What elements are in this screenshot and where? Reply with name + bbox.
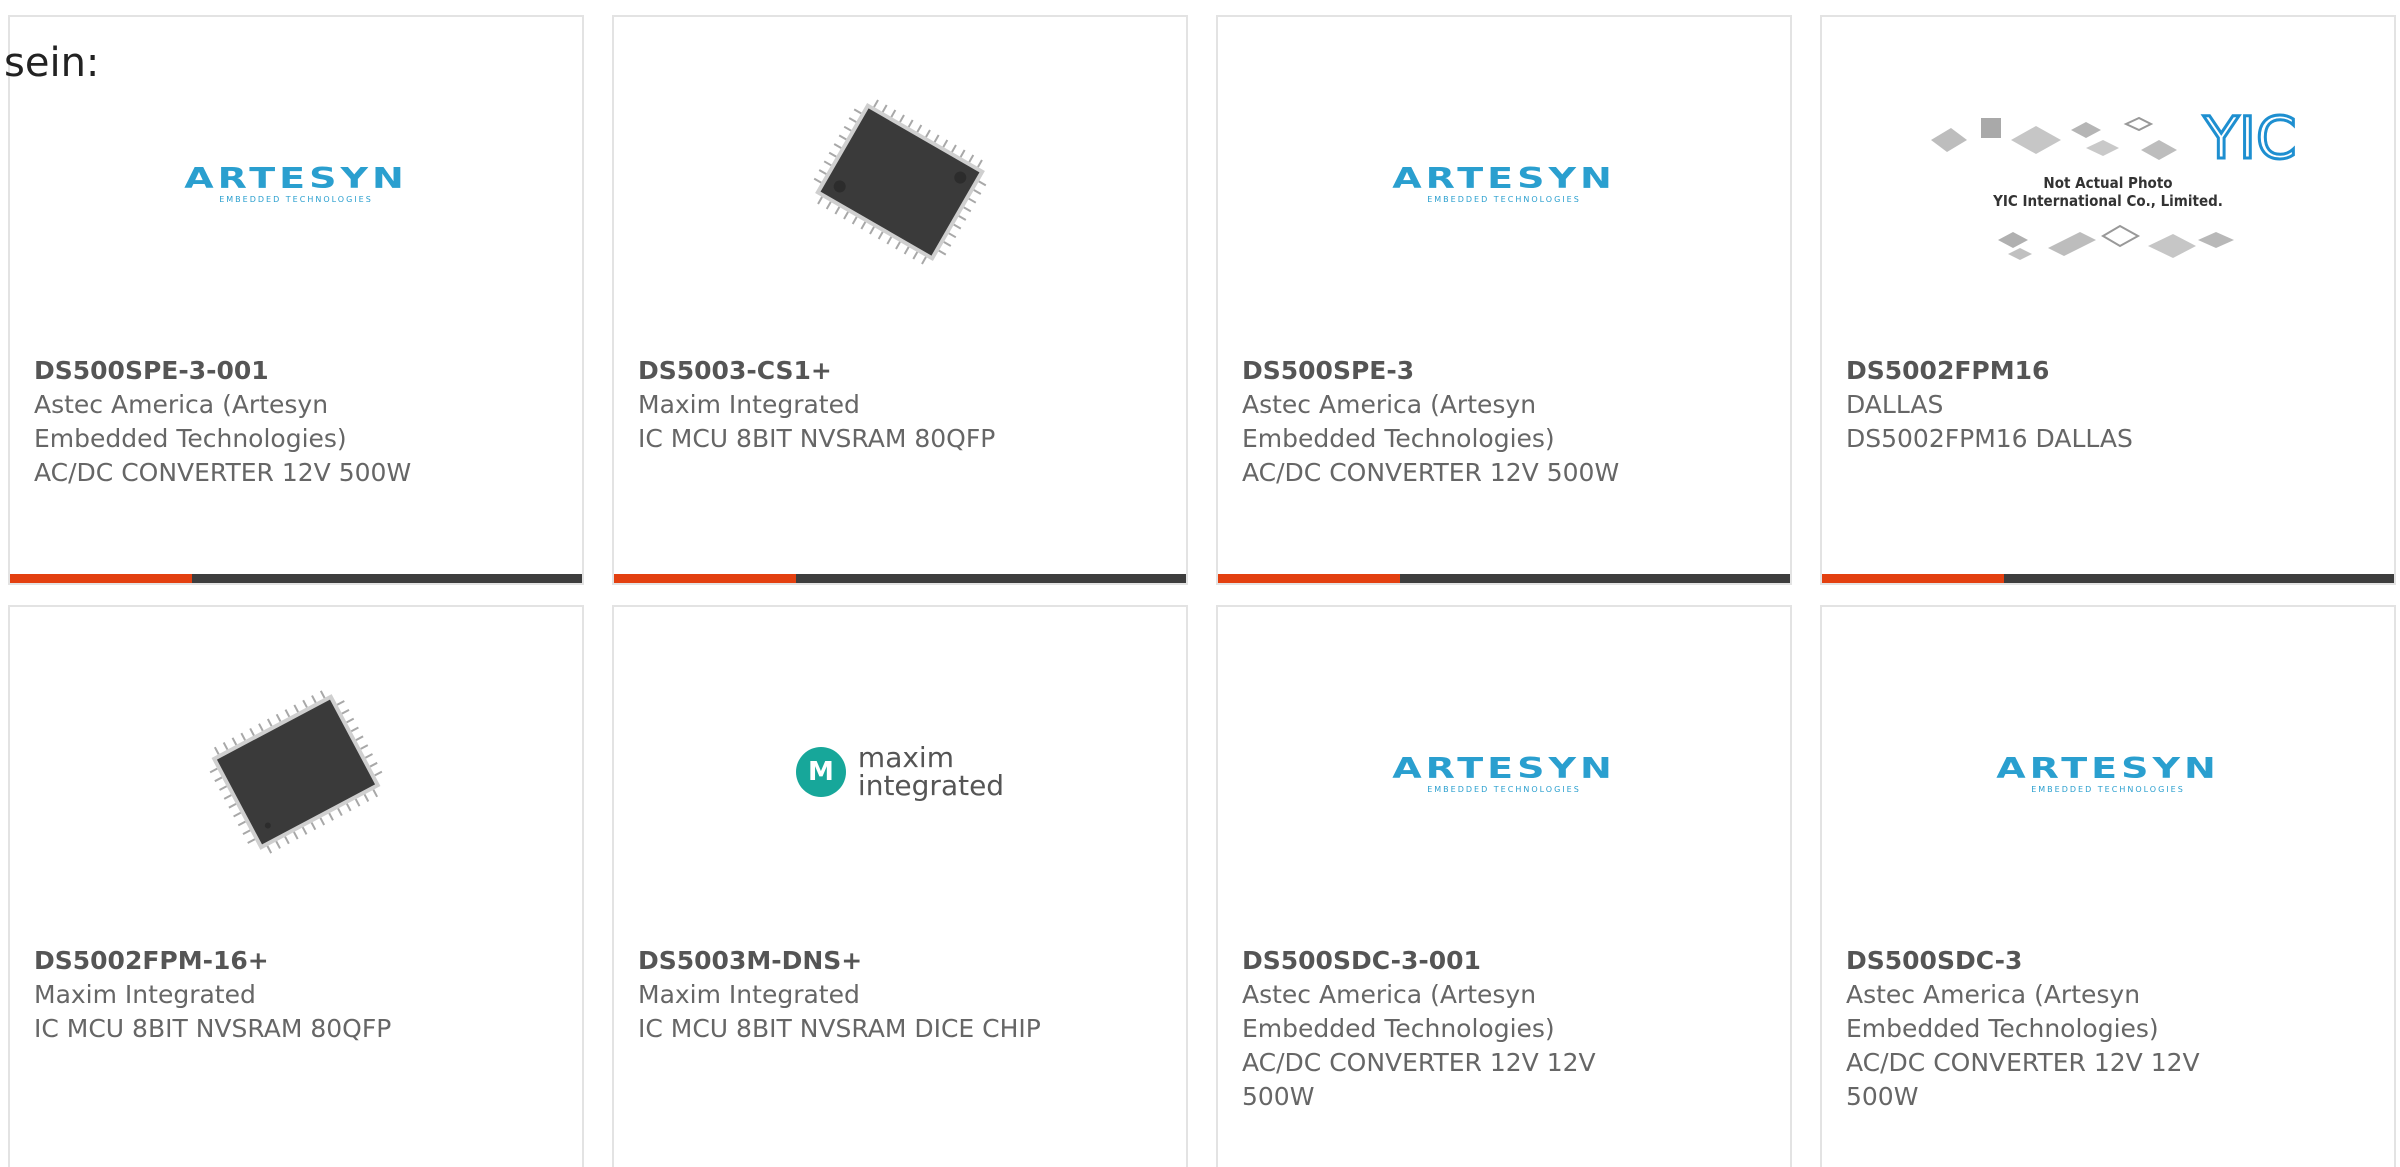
manufacturer: Maxim Integrated <box>638 980 860 1009</box>
product-info: DS500SDC-3 Astec America (Artesyn Embedd… <box>1846 944 2374 1114</box>
product-card[interactable]: ARTESYN EMBEDDED TECHNOLOGIES DS500SPE-3… <box>1216 15 1792 585</box>
description-cont: 500W <box>1846 1082 1919 1111</box>
card-bottom-bar <box>1822 574 2394 583</box>
manufacturer: Maxim Integrated <box>638 390 860 419</box>
qfp-chip-photo <box>813 99 987 265</box>
part-number-link[interactable]: DS500SDC-3-001 <box>1242 944 1770 978</box>
component-shapes-top <box>1930 116 2177 160</box>
description: DS5002FPM16 DALLAS <box>1846 424 2133 453</box>
description: IC MCU 8BIT NVSRAM 80QFP <box>34 1014 392 1043</box>
product-card[interactable]: ARTESYN EMBEDDED TECHNOLOGIES DS500SDC-3… <box>1216 605 1792 1167</box>
product-info: DS5003-CS1+ Maxim Integrated IC MCU 8BIT… <box>638 354 1166 456</box>
manufacturer-cont: Embedded Technologies) <box>1242 424 1555 453</box>
product-image[interactable]: ARTESYN EMBEDDED TECHNOLOGIES <box>1218 662 1790 882</box>
product-card[interactable]: ARTESYN EMBEDDED TECHNOLOGIES DS500SPE-3… <box>8 15 584 585</box>
product-info: DS500SPE-3-001 Astec America (Artesyn Em… <box>34 354 562 490</box>
product-card[interactable]: DS5003-CS1+ Maxim Integrated IC MCU 8BIT… <box>612 15 1188 585</box>
product-image[interactable]: ARTESYN EMBEDDED TECHNOLOGIES <box>1822 662 2394 882</box>
description: IC MCU 8BIT NVSRAM DICE CHIP <box>638 1014 1041 1043</box>
component-shapes-bottom <box>1997 224 2234 260</box>
maxim-logo: M maxim integrated <box>795 744 1004 800</box>
card-bottom-bar <box>614 574 1186 583</box>
part-number-link[interactable]: DS500SPE-3-001 <box>34 354 562 388</box>
card-accent <box>614 574 796 583</box>
manufacturer: Astec America (Artesyn <box>1242 980 1537 1009</box>
card-accent <box>10 574 192 583</box>
manufacturer: DALLAS <box>1846 390 1944 419</box>
manufacturer: Astec America (Artesyn <box>34 390 329 419</box>
manufacturer-cont: Embedded Technologies) <box>34 424 347 453</box>
part-number-link[interactable]: DS5003-CS1+ <box>638 354 1166 388</box>
product-info: DS500SDC-3-001 Astec America (Artesyn Em… <box>1242 944 1770 1114</box>
yic-caption-2: YIC International Co., Limited. <box>1993 192 2223 210</box>
part-number-link[interactable]: DS500SDC-3 <box>1846 944 2374 978</box>
product-info: DS5002FPM16 DALLAS DS5002FPM16 DALLAS <box>1846 354 2374 456</box>
manufacturer-cont: Embedded Technologies) <box>1242 1014 1555 1043</box>
card-accent <box>1822 574 2004 583</box>
card-accent <box>1218 574 1400 583</box>
artesyn-logo: ARTESYN EMBEDDED TECHNOLOGIES <box>1996 751 2220 794</box>
product-grid-page: sein: ARTESYN EMBEDDED TECHNOLOGIES DS50… <box>0 0 2400 1167</box>
description: AC/DC CONVERTER 12V 500W <box>34 458 412 487</box>
part-number-link[interactable]: DS500SPE-3 <box>1242 354 1770 388</box>
product-card[interactable]: M maxim integrated DS5003M-DNS+ Maxim In… <box>612 605 1188 1167</box>
manufacturer: Maxim Integrated <box>34 980 256 1009</box>
artesyn-logo: ARTESYN EMBEDDED TECHNOLOGIES <box>1392 751 1616 794</box>
yic-icon: YIC <box>2201 103 2298 174</box>
product-info: DS5002FPM-16+ Maxim Integrated IC MCU 8B… <box>34 944 562 1046</box>
yic-caption-1: Not Actual Photo <box>2043 174 2173 192</box>
description: IC MCU 8BIT NVSRAM 80QFP <box>638 424 996 453</box>
intro-text: sein: <box>4 40 100 86</box>
manufacturer: Astec America (Artesyn <box>1846 980 2141 1009</box>
artesyn-logo: ARTESYN EMBEDDED TECHNOLOGIES <box>1392 161 1616 204</box>
product-image[interactable]: ARTESYN EMBEDDED TECHNOLOGIES <box>10 72 582 292</box>
card-bottom-bar <box>1218 574 1790 583</box>
artesyn-logo: ARTESYN EMBEDDED TECHNOLOGIES <box>184 161 408 204</box>
product-image[interactable]: M maxim integrated <box>614 662 1186 882</box>
description: AC/DC CONVERTER 12V 12V <box>1846 1048 2200 1077</box>
description: AC/DC CONVERTER 12V 500W <box>1242 458 1620 487</box>
description: AC/DC CONVERTER 12V 12V <box>1242 1048 1596 1077</box>
svg-text:YIC: YIC <box>2203 104 2297 170</box>
description-cont: 500W <box>1242 1082 1315 1111</box>
part-number-link[interactable]: DS5002FPM-16+ <box>34 944 562 978</box>
product-card[interactable]: YIC Not Actual Photo YIC International C… <box>1820 15 2396 585</box>
product-image[interactable]: YIC Not Actual Photo YIC International C… <box>1822 57 2394 317</box>
product-card[interactable]: ARTESYN EMBEDDED TECHNOLOGIES DS500SDC-3… <box>1820 605 2396 1167</box>
yic-placeholder: YIC Not Actual Photo YIC International C… <box>1911 100 2306 274</box>
maxim-mark-icon: M <box>795 747 846 797</box>
card-bottom-bar <box>10 574 582 583</box>
qfp-chip-photo <box>209 690 383 854</box>
product-info: DS5003M-DNS+ Maxim Integrated IC MCU 8BI… <box>638 944 1166 1046</box>
product-card[interactable]: DS5002FPM-16+ Maxim Integrated IC MCU 8B… <box>8 605 584 1167</box>
product-info: DS500SPE-3 Astec America (Artesyn Embedd… <box>1242 354 1770 490</box>
part-number-link[interactable]: DS5002FPM16 <box>1846 354 2374 388</box>
product-image[interactable] <box>614 72 1186 292</box>
product-image[interactable]: ARTESYN EMBEDDED TECHNOLOGIES <box>1218 72 1790 292</box>
product-image[interactable] <box>10 662 582 882</box>
manufacturer-cont: Embedded Technologies) <box>1846 1014 2159 1043</box>
manufacturer: Astec America (Artesyn <box>1242 390 1537 419</box>
part-number-link[interactable]: DS5003M-DNS+ <box>638 944 1166 978</box>
